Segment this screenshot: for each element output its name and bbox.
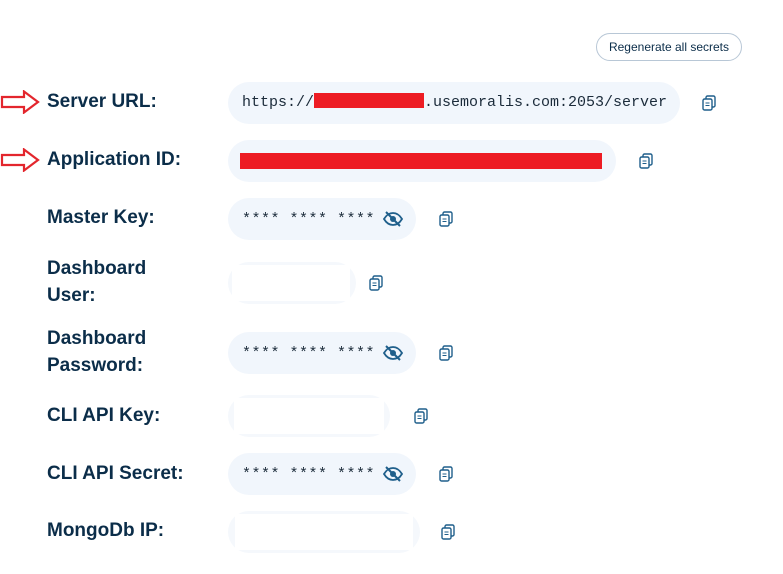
copy-icon[interactable]: [639, 153, 653, 169]
application-id-label: Application ID:: [47, 149, 182, 170]
mongodb-ip-label: MongoDb IP:: [47, 520, 165, 541]
annotation-arrow-icon: [0, 90, 40, 114]
application-id-field: [228, 140, 616, 182]
cli-api-secret-label: CLI API Secret:: [47, 463, 184, 484]
cli-api-secret-field: **** **** ****: [228, 453, 416, 495]
master-key-masked-value: **** **** ****: [242, 211, 376, 228]
dashboard-password-label: Dashboard Password:: [47, 325, 146, 379]
server-details-panel: Regenerate all secrets Server URL: https…: [0, 0, 783, 574]
master-key-label: Master Key:: [47, 207, 155, 228]
copy-icon[interactable]: [414, 408, 428, 424]
redaction-mark: [232, 265, 350, 301]
redaction-mark: [240, 153, 602, 169]
dashboard-password-field: **** **** ****: [228, 332, 416, 374]
copy-icon[interactable]: [439, 345, 453, 361]
dashboard-password-label-line1: Dashboard: [47, 328, 147, 349]
server-url-value: https:// .usemoralis.com:2053/server: [242, 82, 667, 124]
redaction-mark: [234, 398, 384, 434]
regenerate-all-secrets-button[interactable]: Regenerate all secrets: [596, 33, 742, 61]
dashboard-user-label-line2: User:: [47, 285, 96, 306]
server-url-label: Server URL:: [47, 91, 157, 112]
copy-icon[interactable]: [441, 524, 455, 540]
redaction-mark: [235, 514, 413, 550]
server-url-prefix: https://: [242, 94, 315, 111]
master-key-field: **** **** ****: [228, 198, 416, 240]
annotation-arrow-icon: [0, 148, 40, 172]
dashboard-user-label-line1: Dashboard: [47, 258, 147, 279]
cli-api-key-field: [228, 395, 390, 437]
copy-icon[interactable]: [702, 95, 716, 111]
dashboard-password-label-line2: Password:: [47, 355, 144, 376]
server-url-suffix: .usemoralis.com:2053/server: [424, 94, 668, 111]
copy-icon[interactable]: [369, 275, 383, 291]
mongodb-ip-field: [228, 511, 420, 553]
server-url-field: https:// .usemoralis.com:2053/server: [228, 82, 680, 124]
dashboard-user-label: Dashboard User:: [47, 255, 146, 309]
cli-api-secret-masked-value: **** **** ****: [242, 466, 376, 483]
copy-icon[interactable]: [439, 211, 453, 227]
eye-slash-icon[interactable]: [383, 210, 403, 228]
eye-slash-icon[interactable]: [383, 465, 403, 483]
cli-api-key-label: CLI API Key:: [47, 405, 161, 426]
eye-slash-icon[interactable]: [383, 344, 403, 362]
copy-icon[interactable]: [439, 466, 453, 482]
redaction-mark: [314, 93, 425, 109]
dashboard-password-masked-value: **** **** ****: [242, 345, 376, 362]
dashboard-user-field: [228, 262, 356, 304]
